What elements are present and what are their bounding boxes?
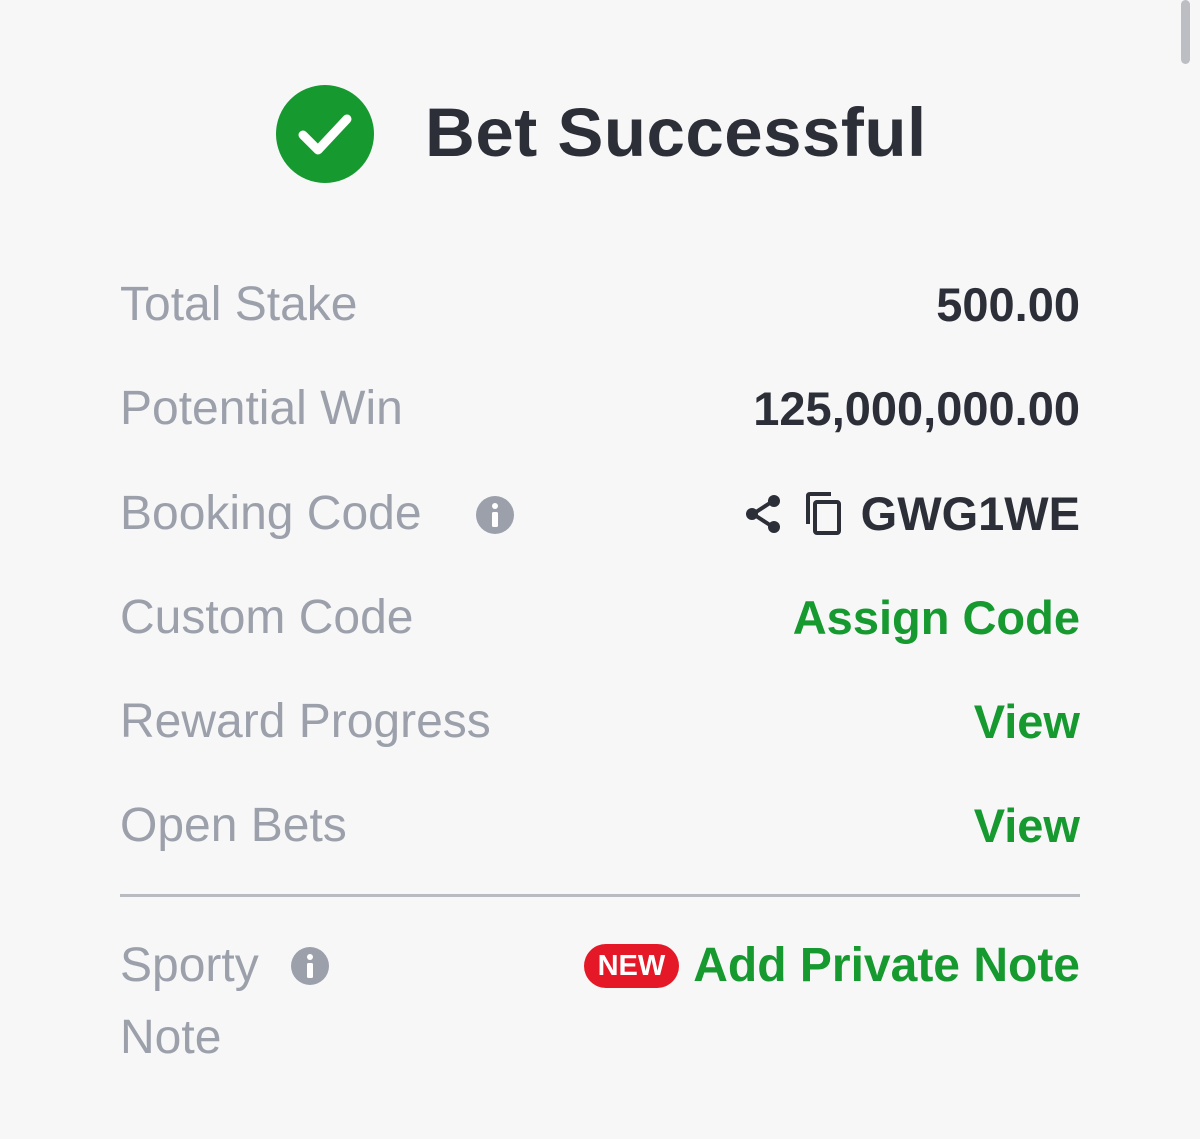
custom-code-label: Custom Code — [120, 591, 414, 644]
potential-win-label: Potential Win — [120, 382, 403, 435]
booking-code-row: Booking Code GWG1WE — [120, 479, 1080, 549]
sporty-note-info-icon[interactable] — [290, 946, 330, 986]
page-title: Bet Successful — [425, 94, 927, 171]
info-icon[interactable] — [475, 495, 515, 535]
reward-progress-label: Reward Progress — [120, 695, 491, 748]
total-stake-label: Total Stake — [120, 278, 358, 331]
share-icon[interactable] — [743, 492, 783, 536]
reward-progress-view-link[interactable]: View — [974, 687, 1080, 757]
success-header: Bet Successful — [0, 82, 1200, 186]
open-bets-row: Open Bets View — [120, 791, 1080, 861]
open-bets-view-link[interactable]: View — [974, 791, 1080, 861]
booking-code-value-group: GWG1WE — [743, 479, 1080, 549]
sporty-note-label-line1: Sporty — [120, 939, 259, 992]
reward-progress-row: Reward Progress View — [120, 687, 1080, 757]
sporty-note-label-line2: Note — [120, 1011, 222, 1064]
potential-win-value: 125,000,000.00 — [753, 382, 1080, 435]
custom-code-row: Custom Code Assign Code — [120, 583, 1080, 653]
add-private-note-group: NEW Add Private Note — [583, 930, 1080, 1002]
divider — [120, 894, 1080, 897]
total-stake-value: 500.00 — [936, 278, 1080, 331]
copy-icon[interactable] — [803, 492, 843, 536]
potential-win-row: Potential Win 125,000,000.00 — [120, 374, 1080, 444]
booking-code-value: GWG1WE — [860, 487, 1080, 540]
add-private-note-link[interactable]: Add Private Note — [693, 930, 1080, 1002]
check-circle-icon — [276, 85, 374, 183]
scrollbar[interactable] — [1181, 0, 1190, 64]
booking-code-label: Booking Code — [120, 487, 422, 540]
sporty-note-label: Sporty Note — [120, 930, 380, 1074]
total-stake-row: Total Stake 500.00 — [120, 270, 1080, 340]
assign-code-link[interactable]: Assign Code — [793, 583, 1080, 653]
new-badge: NEW — [583, 944, 680, 988]
open-bets-label: Open Bets — [120, 799, 347, 852]
